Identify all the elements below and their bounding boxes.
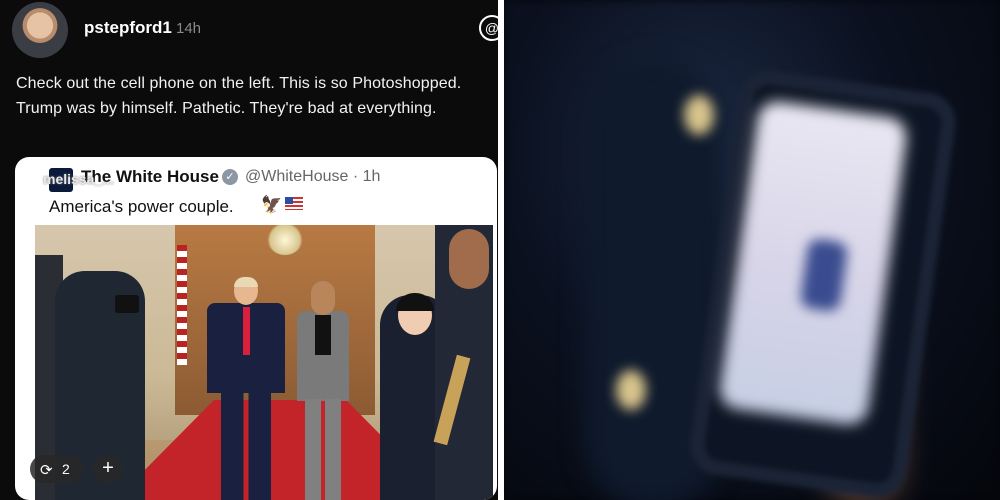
woman-in-gray-suit: [293, 281, 353, 500]
flag-icon: [177, 245, 187, 365]
screenshot-left-panel: pstepford1 14h @ Check out the cell phon…: [0, 0, 498, 500]
watermark-text: melissa_...: [43, 171, 114, 187]
camera-icon: [115, 295, 139, 313]
verified-icon: ✓: [222, 169, 238, 185]
blurred-button-top: [684, 95, 714, 135]
repost-count: 2: [62, 461, 70, 477]
username[interactable]: pstepford1: [84, 18, 172, 38]
embedded-tweet-card[interactable]: The White House melissa_... ✓ @WhiteHous…: [15, 157, 497, 500]
blurred-button-bottom: [616, 370, 646, 410]
add-button[interactable]: +: [93, 455, 123, 483]
tweet-handle-time: @WhiteHouse · 1h: [245, 168, 381, 185]
post-text: Check out the cell phone on the left. Th…: [16, 75, 462, 117]
repost-button[interactable]: ⟳ 2: [30, 455, 84, 483]
avatar[interactable]: [12, 2, 68, 58]
tweet-text: America's power couple.: [49, 197, 234, 216]
eagle-emoji-icon: 🦅: [261, 195, 283, 214]
zoomed-phone-image: [504, 0, 1000, 500]
man-in-suit: [207, 277, 285, 500]
repost-icon: ⟳: [40, 462, 53, 479]
us-flag-emoji-icon: [285, 197, 303, 210]
threads-icon[interactable]: @: [479, 15, 498, 41]
post-time: 14h: [176, 20, 202, 37]
